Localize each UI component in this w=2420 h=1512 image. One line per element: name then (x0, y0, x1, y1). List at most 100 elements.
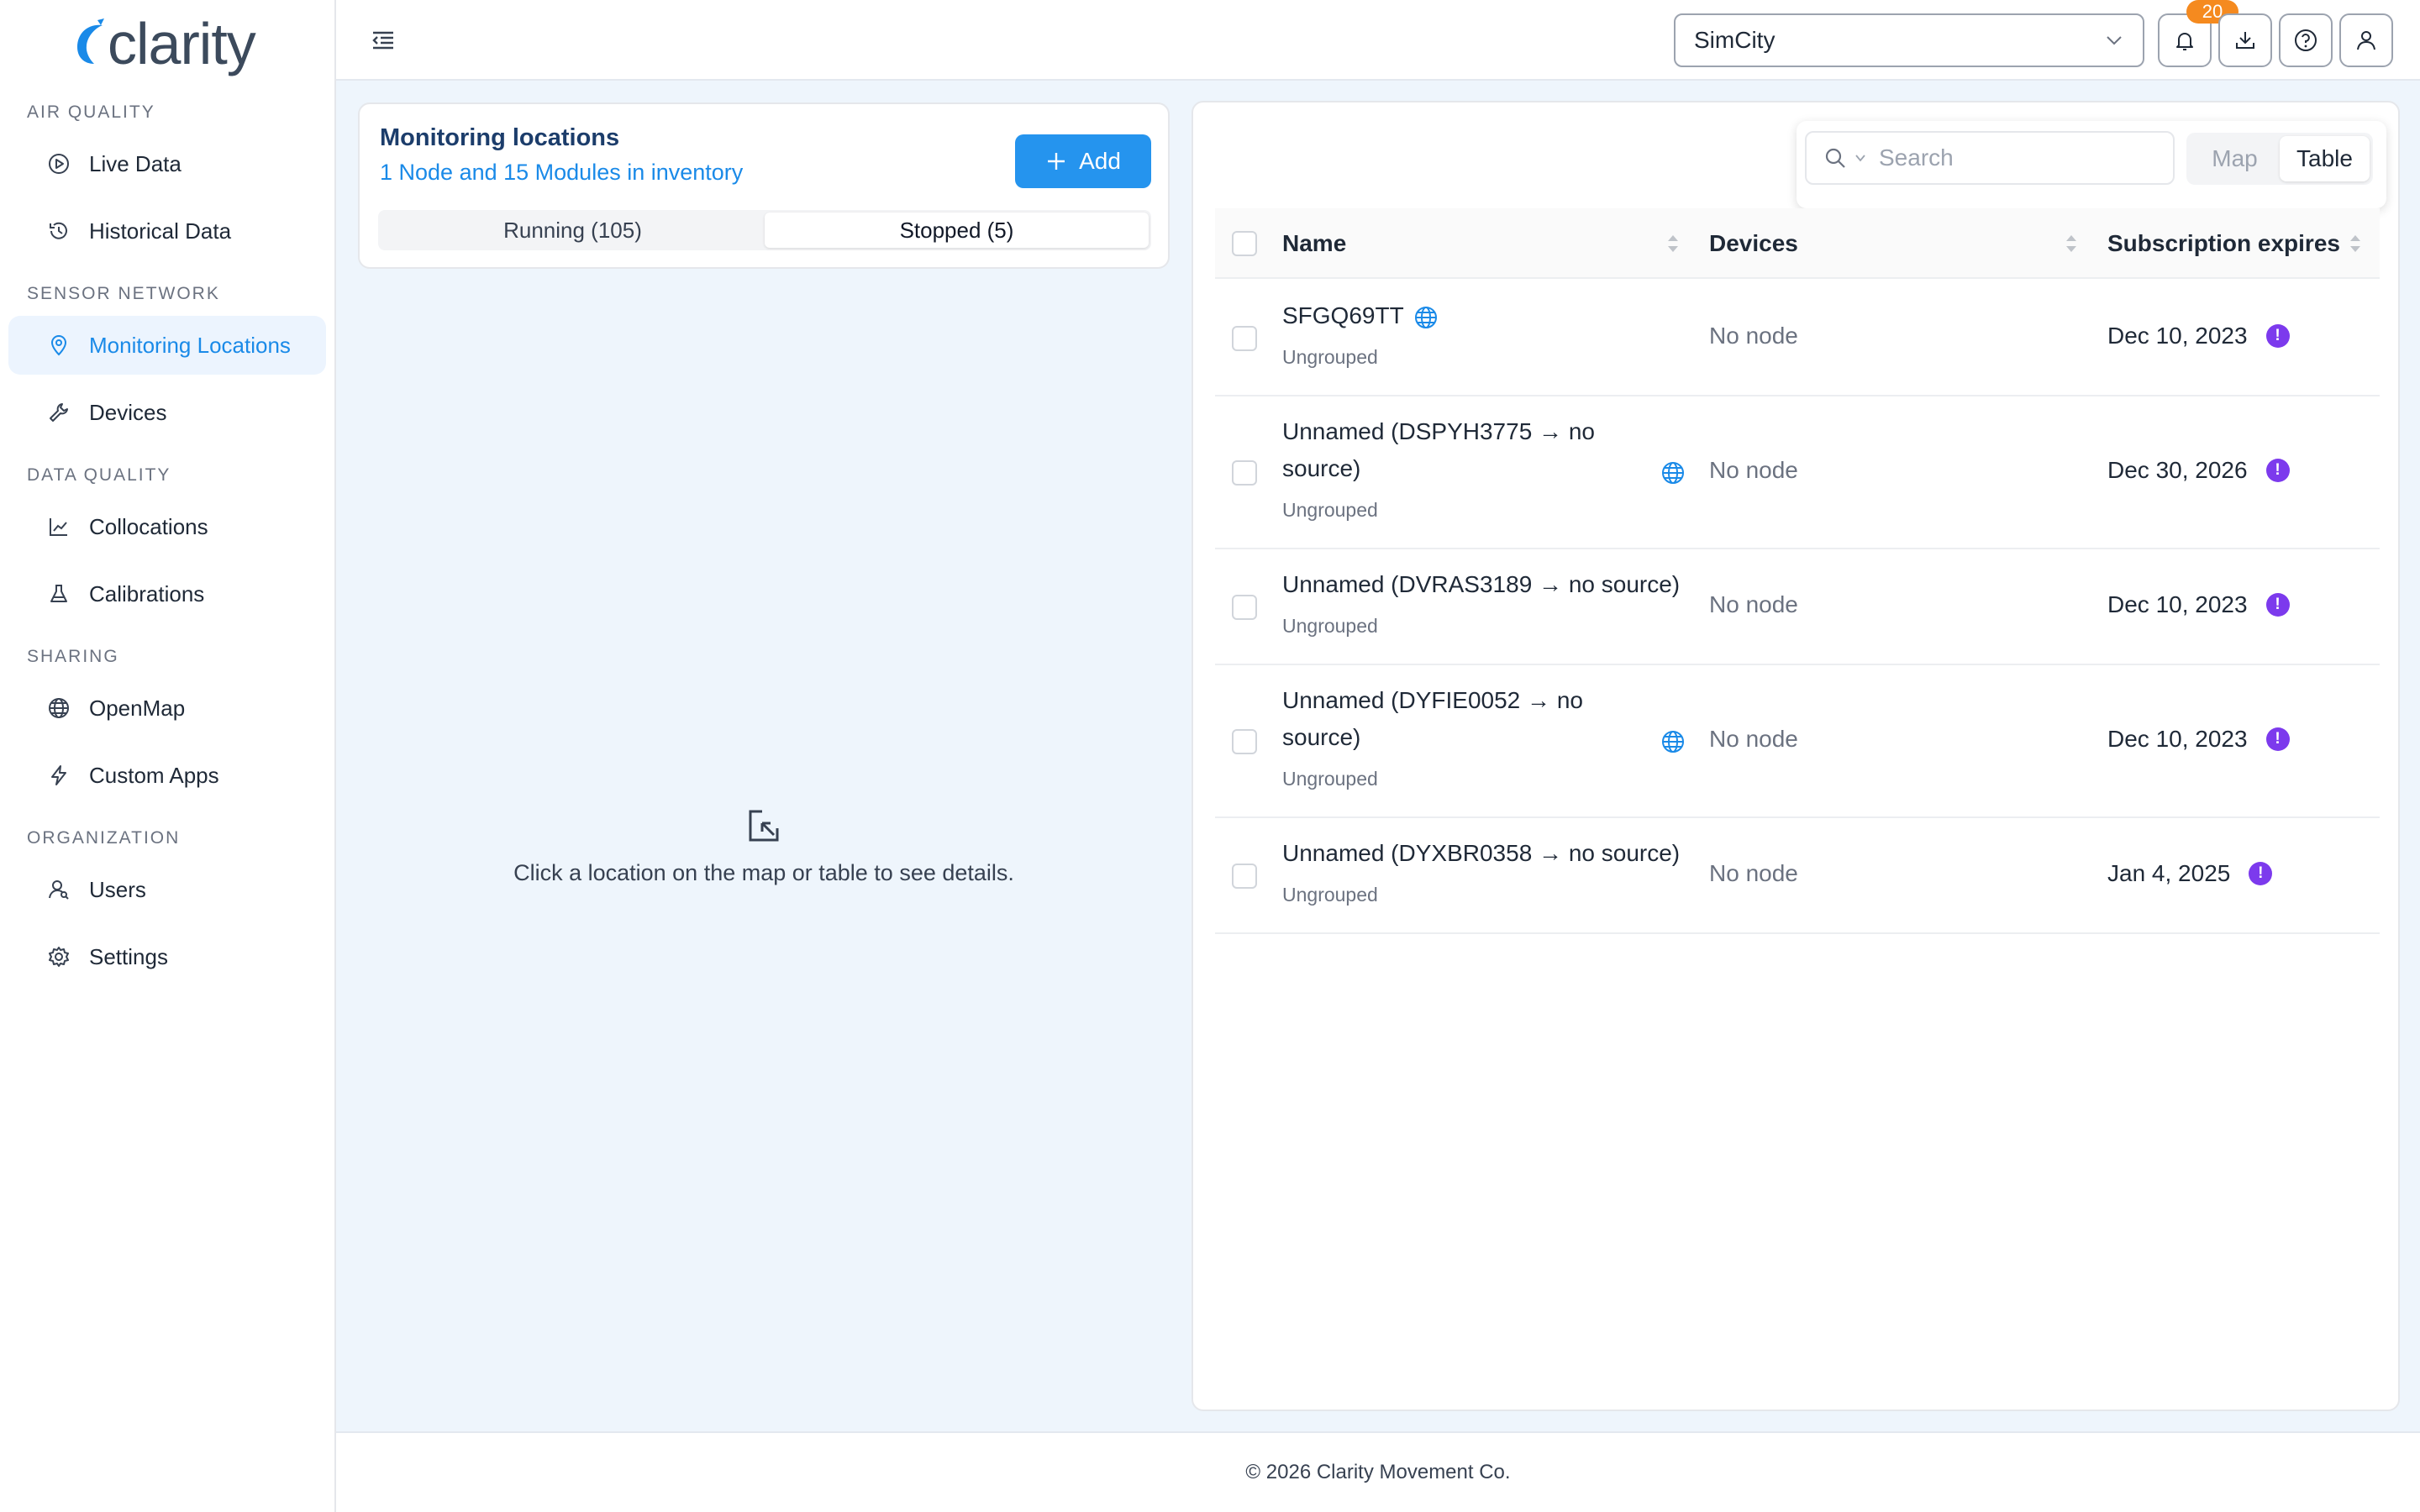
sidebar-item-users[interactable]: Users (8, 860, 326, 919)
location-name-line2: source) (1282, 455, 1361, 481)
sort-icon[interactable] (1665, 232, 1681, 255)
table-row[interactable]: Unnamed (DSPYH3775 → no source) Ungroupe… (1215, 396, 2380, 549)
location-name[interactable]: Unnamed (DYFIE0052 → no source) (1282, 682, 1652, 756)
device-status: No node (1709, 860, 1798, 886)
help-icon (2295, 29, 2317, 51)
select-all-checkbox[interactable] (1232, 231, 1257, 256)
sidebar-item-historical-data[interactable]: Historical Data (8, 202, 326, 260)
warning-icon[interactable]: ! (2265, 459, 2290, 482)
wrench-icon (50, 403, 68, 422)
gear-icon (49, 947, 69, 967)
subscription-expiry: Dec 10, 2023 ! (2107, 323, 2290, 349)
section-title-sharing: SHARING (27, 647, 119, 666)
table-row[interactable]: Unnamed (DYFIE0052 → no source) Ungroupe… (1215, 665, 2380, 818)
flask-icon (50, 585, 67, 602)
section-title-data-quality: DATA QUALITY (27, 465, 171, 485)
expiry-date: Dec 10, 2023 (2107, 591, 2248, 617)
search-input[interactable]: Search (1805, 131, 2175, 185)
row-checkbox[interactable] (1232, 729, 1257, 754)
table-header: Name Devices Subscription expires (1215, 208, 2380, 279)
column-header-name[interactable]: Name (1282, 208, 1346, 279)
section-title-air-quality: AIR QUALITY (27, 102, 155, 122)
search-icon (1825, 148, 1845, 168)
footer: © 2026 Clarity Movement Co. (336, 1431, 2420, 1512)
line-chart-icon (50, 518, 67, 536)
table-row[interactable]: Unnamed (DVRAS3189 → no source) Ungroupe… (1215, 549, 2380, 665)
device-status: No node (1709, 457, 1798, 483)
column-header-devices[interactable]: Devices (1709, 208, 1798, 279)
bell-icon (2176, 33, 2193, 50)
sidebar-item-openmap[interactable]: OpenMap (8, 679, 326, 738)
organization-select-value: SimCity (1694, 27, 1776, 53)
table-row[interactable]: SFGQ69TT Ungrouped No node Dec 10, 2023 … (1215, 281, 2380, 396)
expiry-date: Dec 30, 2026 (2107, 457, 2248, 483)
row-checkbox[interactable] (1232, 326, 1257, 351)
location-name[interactable]: Unnamed (DVRAS3189 → no source) (1282, 566, 1680, 603)
warning-icon[interactable]: ! (2265, 727, 2290, 751)
location-name[interactable]: Unnamed (DYXBR0358 → no source) (1282, 835, 1680, 872)
location-group: Ungrouped (1282, 499, 1378, 521)
sidebar-item-calibrations[interactable]: Calibrations (8, 564, 326, 623)
locations-table-card: Search Map Table Name Devices Subscripti… (1192, 101, 2400, 1411)
location-name-text: Unnamed (DYXBR0358 → no source) (1282, 840, 1681, 866)
sort-icon[interactable] (2064, 232, 2079, 255)
expiry-date: Dec 10, 2023 (2107, 726, 2248, 752)
account-button[interactable] (2339, 13, 2393, 67)
search-placeholder: Search (1879, 144, 1954, 171)
column-header-subscription-expires[interactable]: Subscription expires (2107, 208, 2340, 279)
device-status: No node (1709, 323, 1798, 349)
add-button-label: Add (1079, 148, 1121, 174)
collapse-menu-icon[interactable] (370, 27, 397, 54)
sidebar-item-label: Collocations (89, 513, 208, 539)
globe-icon (1662, 462, 1684, 484)
table-toolbar: Search Map Table (1797, 121, 2386, 208)
sidebar-item-label: Live Data (89, 150, 182, 176)
sort-icon[interactable] (2348, 232, 2363, 255)
sidebar-item-collocations[interactable]: Collocations (8, 497, 326, 556)
clarity-logo[interactable]: clarity (72, 10, 274, 77)
sidebar-item-settings[interactable]: Settings (8, 927, 326, 986)
view-map-option[interactable]: Map (2190, 136, 2280, 181)
view-table-option[interactable]: Table (2280, 136, 2370, 181)
warning-icon[interactable]: ! (2265, 324, 2290, 348)
subscription-expiry: Dec 10, 2023 ! (2107, 591, 2290, 618)
location-group: Ungrouped (1282, 884, 1378, 906)
section-title-organization: ORGANIZATION (27, 828, 181, 848)
tab-running[interactable]: Running (105) (381, 213, 765, 248)
row-checkbox[interactable] (1232, 864, 1257, 889)
history-icon (50, 222, 67, 239)
location-group: Ungrouped (1282, 615, 1378, 637)
location-name[interactable]: SFGQ69TT (1282, 297, 1404, 334)
sidebar-item-label: Custom Apps (89, 762, 219, 788)
downloads-button[interactable] (2218, 13, 2272, 67)
row-checbox[interactable] (1232, 460, 1257, 486)
row-checkbox[interactable] (1232, 595, 1257, 620)
warning-icon[interactable]: ! (2249, 862, 2273, 885)
section-title-sensor-network: SENSOR NETWORK (27, 284, 220, 303)
sidebar-item-live-data[interactable]: Live Data (8, 134, 326, 193)
add-location-button[interactable]: Add (1015, 134, 1151, 188)
location-name-text: SFGQ69TT (1282, 302, 1404, 328)
sidebar-item-monitoring-locations[interactable]: Monitoring Locations (8, 316, 326, 375)
warning-icon[interactable]: ! (2265, 593, 2290, 617)
monitoring-locations-card: Monitoring locations 1 Node and 15 Modul… (358, 102, 1170, 269)
sidebar-item-label: Settings (89, 943, 168, 969)
help-button[interactable] (2279, 13, 2333, 67)
inventory-link[interactable]: 1 Node and 15 Modules in inventory (380, 160, 743, 186)
panel-title: Monitoring locations (380, 124, 620, 151)
tab-stopped[interactable]: Stopped (5) (765, 213, 1149, 248)
chevron-down-icon (1855, 155, 1865, 162)
globe-icon (49, 698, 69, 718)
table-row[interactable]: Unnamed (DYXBR0358 → no source) Ungroupe… (1215, 818, 2380, 934)
select-pointer-icon (749, 810, 779, 842)
sidebar-item-label: Devices (89, 399, 167, 425)
organization-select[interactable]: SimCity (1674, 13, 2144, 67)
sidebar-item-custom-apps[interactable]: Custom Apps (8, 746, 326, 805)
location-name[interactable]: Unnamed (DSPYH3775 → no source) (1282, 413, 1652, 487)
sidebar-item-devices[interactable]: Devices (8, 383, 326, 442)
top-bar: SimCity (336, 0, 2420, 81)
download-icon (2236, 32, 2254, 49)
clarity-logo-icon (77, 18, 104, 65)
expiry-date: Jan 4, 2025 (2107, 860, 2231, 886)
sidebar-item-label: Users (89, 876, 146, 902)
